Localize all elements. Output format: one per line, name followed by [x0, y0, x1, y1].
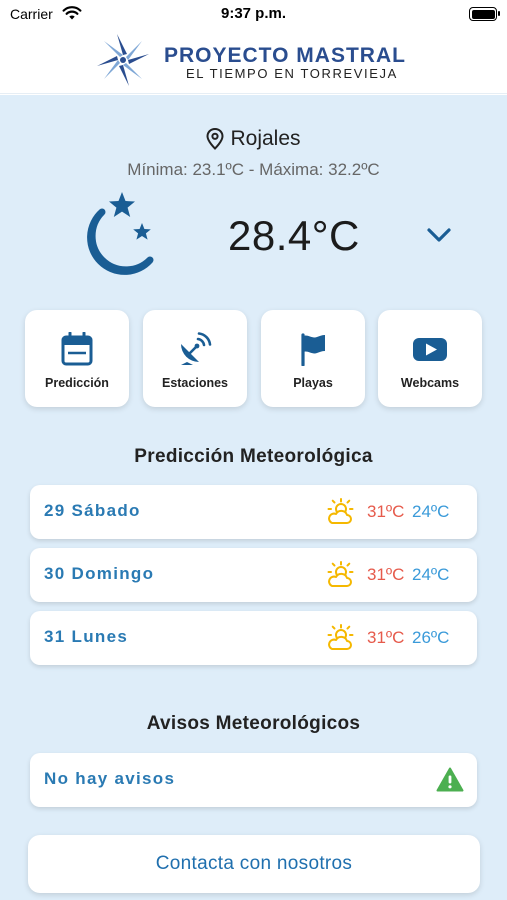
- forecast-day-row[interactable]: 31 Lunes 31ºC 26ºC: [30, 611, 477, 665]
- main-content: Rojales Mínima: 23.1ºC - Máxima: 32.2ºC …: [0, 95, 507, 900]
- alerts-title: Avisos Meteorológicos: [146, 713, 361, 734]
- contact-button[interactable]: Contacta con nosotros: [28, 835, 480, 893]
- current-temperature: 28.4°C: [228, 212, 360, 259]
- prediccion-button[interactable]: Predicción: [25, 310, 129, 407]
- sun-cloud-icon: [327, 498, 354, 524]
- battery-icon: [469, 7, 500, 21]
- day-max-temp: 31ºC: [367, 565, 405, 584]
- sun-cloud-icon: [327, 561, 354, 587]
- playas-label: Playas: [293, 376, 333, 390]
- prediccion-label: Predicción: [45, 376, 109, 390]
- webcams-label: Webcams: [400, 376, 460, 390]
- moon-stars-icon: [87, 192, 154, 275]
- status-bar: Carrier 9:37 p.m.: [0, 0, 507, 30]
- chevron-down-icon[interactable]: [425, 225, 453, 245]
- day-name: 30 Domingo: [44, 564, 155, 583]
- webcams-button[interactable]: Webcams: [378, 310, 482, 407]
- warning-icon: [436, 767, 464, 792]
- day-min-temp: 24ºC: [412, 565, 450, 584]
- flag-icon: [301, 333, 325, 366]
- playas-button[interactable]: Playas: [261, 310, 365, 407]
- location-name: Rojales: [230, 127, 301, 150]
- sun-cloud-icon: [327, 624, 354, 650]
- estaciones-button[interactable]: Estaciones: [143, 310, 247, 407]
- logo-subtitle: EL TIEMPO EN TORREVIEJA: [186, 66, 398, 81]
- forecast-day-row[interactable]: 30 Domingo 31ºC 24ºC: [30, 548, 477, 602]
- location-pin-icon: [206, 128, 224, 150]
- calendar-icon: [61, 332, 93, 366]
- logo-icon: [97, 34, 149, 86]
- day-max-temp: 31ºC: [367, 502, 405, 521]
- youtube-icon: [413, 338, 447, 361]
- app-header: PROYECTO MASTRAL EL TIEMPO EN TORREVIEJA: [0, 30, 507, 94]
- logo-title: PROYECTO MASTRAL: [164, 44, 406, 67]
- day-min-temp: 24ºC: [412, 502, 450, 521]
- min-max-temperature: Mínima: 23.1ºC - Máxima: 32.2ºC: [127, 160, 380, 179]
- forecast-title: Predicción Meteorológica: [134, 446, 373, 467]
- day-max-temp: 31ºC: [367, 628, 405, 647]
- alert-card[interactable]: No hay avisos: [30, 753, 477, 807]
- day-name: 29 Sábado: [44, 501, 141, 520]
- satellite-dish-icon: [181, 332, 212, 365]
- clock: 9:37 p.m.: [220, 5, 287, 22]
- alert-text: No hay avisos: [44, 769, 176, 788]
- day-name: 31 Lunes: [44, 627, 129, 646]
- location-row[interactable]: Rojales: [0, 127, 507, 151]
- estaciones-label: Estaciones: [161, 376, 228, 390]
- day-min-temp: 26ºC: [412, 628, 450, 647]
- forecast-day-row[interactable]: 29 Sábado 31ºC 24ºC: [30, 485, 477, 539]
